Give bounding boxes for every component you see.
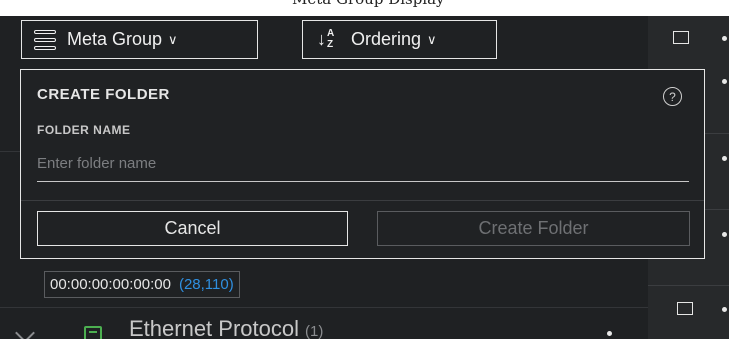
folder-name-input[interactable] [37,146,689,182]
help-circle-icon[interactable]: ? [663,87,682,106]
create-folder-button[interactable]: Create Folder [377,211,690,246]
chevron-down-icon: ∨ [168,31,178,47]
meta-key-row[interactable]: Ethernet Protocol (1) [0,314,648,339]
event-row-dot [722,79,727,84]
chevron-down-icon: ∨ [427,31,437,47]
meta-group-dropdown[interactable]: Meta Group ∨ [21,20,258,59]
folder-name-label: FOLDER NAME [37,123,131,137]
meta-key-title: Ethernet Protocol [129,316,299,339]
meta-value-text: 00:00:00:00:00:00 [50,276,171,293]
create-folder-dialog: CREATE FOLDER ? FOLDER NAME Cancel Creat… [20,69,705,259]
network-icon [84,326,102,339]
event-row-checkbox[interactable] [677,302,693,315]
event-row-dot [722,232,727,237]
top-title-strip: Meta Group Display [0,0,729,16]
cut-off-heading: Meta Group Display [292,0,445,8]
event-row-dot [722,156,727,161]
dialog-title: CREATE FOLDER [37,86,170,103]
meta-value-count: (28,110) [178,276,234,293]
meta-value-chip[interactable]: 00:00:00:00:00:00 (28,110) [44,271,240,298]
select-all-checkbox[interactable] [673,31,689,44]
meta-key-count: (1) [304,323,324,339]
cancel-button[interactable]: Cancel [37,211,348,246]
meta-key-title-group: Ethernet Protocol (1) [129,316,323,339]
meta-group-icon [34,29,56,50]
dialog-divider [21,200,704,201]
kebab-menu-icon[interactable] [607,331,612,336]
meta-group-label: Meta Group [67,29,163,49]
column-menu-dot [722,36,727,41]
ordering-dropdown[interactable]: ↓ AZ Ordering ∨ [302,20,497,59]
event-row-divider [648,285,729,286]
chevron-down-icon[interactable] [15,323,35,339]
list-row-separator [0,307,648,308]
sort-az-icon: ↓ AZ [317,27,335,50]
ordering-label: Ordering [351,29,422,49]
event-row-dot [722,307,727,312]
